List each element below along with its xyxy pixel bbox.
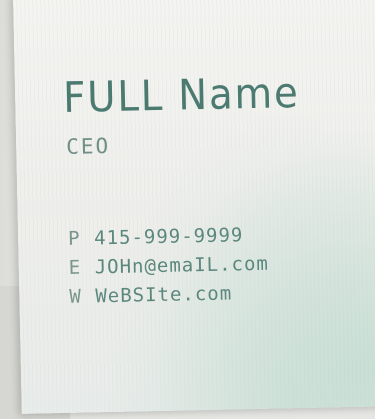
contact-email-row: E JOHn@emaIL.com xyxy=(68,250,270,283)
card-contact-list: P 415-999-9999 E JOHn@emaIL.com W WeBSIte.c… xyxy=(68,221,270,312)
contact-email-label: E xyxy=(68,256,82,279)
card-job-title: CEO xyxy=(65,134,111,159)
contact-email-value: JOHn@emaIL.com xyxy=(94,252,270,279)
contact-phone-label: P xyxy=(67,227,81,250)
contact-website-row: W WeBSIte.com xyxy=(69,279,270,312)
card-full-name: FULL Name xyxy=(62,68,301,122)
contact-phone-value: 415-999-9999 xyxy=(93,224,244,250)
contact-website-value: WeBSIte.com xyxy=(95,282,233,308)
contact-website-label: W xyxy=(69,285,83,308)
photo-scene: FULL Name CEO P 415-999-9999 E JOHn@emaIL.… xyxy=(0,0,375,419)
contact-phone-row: P 415-999-9999 xyxy=(68,221,269,254)
business-card: FULL Name CEO P 415-999-9999 E JOHn@emaIL.… xyxy=(13,0,375,414)
